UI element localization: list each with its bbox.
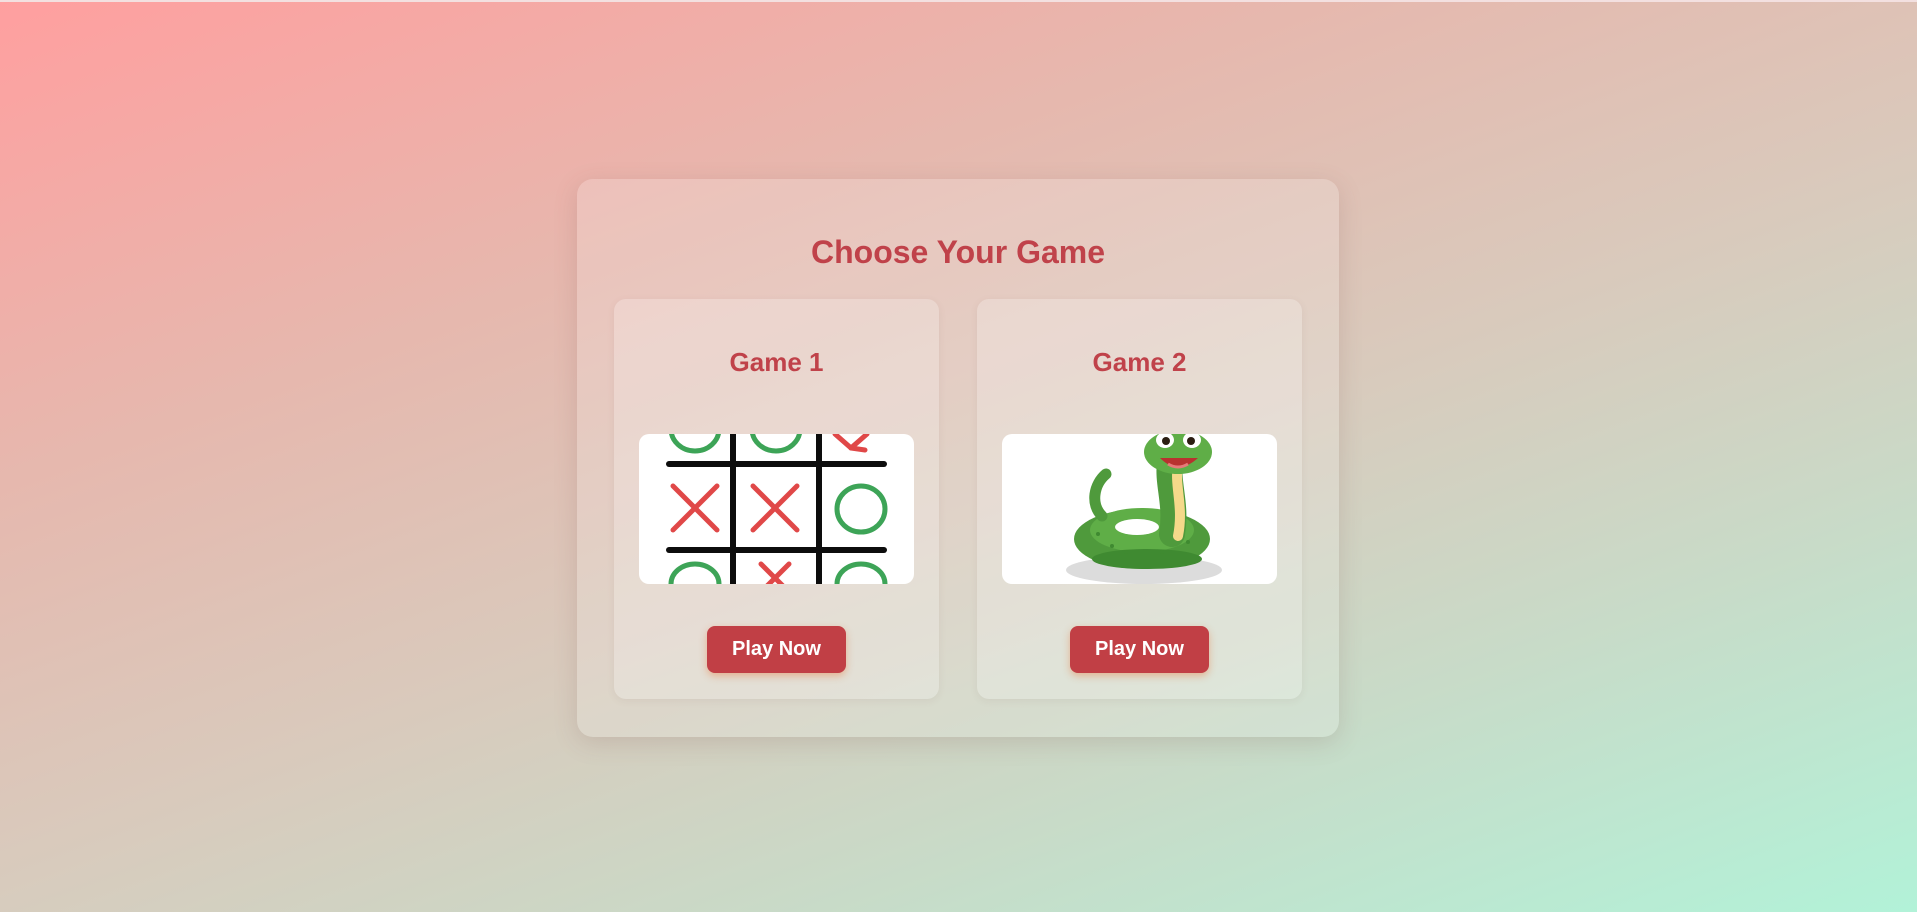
game-2-title: Game 2 — [1092, 347, 1187, 377]
snake-image — [1002, 434, 1277, 584]
game-1-title: Game 1 — [729, 347, 824, 377]
top-edge-line — [0, 0, 1917, 2]
play-now-button-game-2[interactable]: Play Now — [1070, 626, 1209, 673]
game-selection-panel: Choose Your Game Game 1 Play Now Game 2 … — [577, 179, 1339, 737]
page-title: Choose Your Game — [811, 234, 1105, 270]
tic-tac-toe-image — [639, 434, 914, 584]
game-card-1: Game 1 Play Now — [614, 299, 939, 699]
play-now-button-game-1[interactable]: Play Now — [707, 626, 846, 673]
game-card-2: Game 2 Play Now — [977, 299, 1302, 699]
